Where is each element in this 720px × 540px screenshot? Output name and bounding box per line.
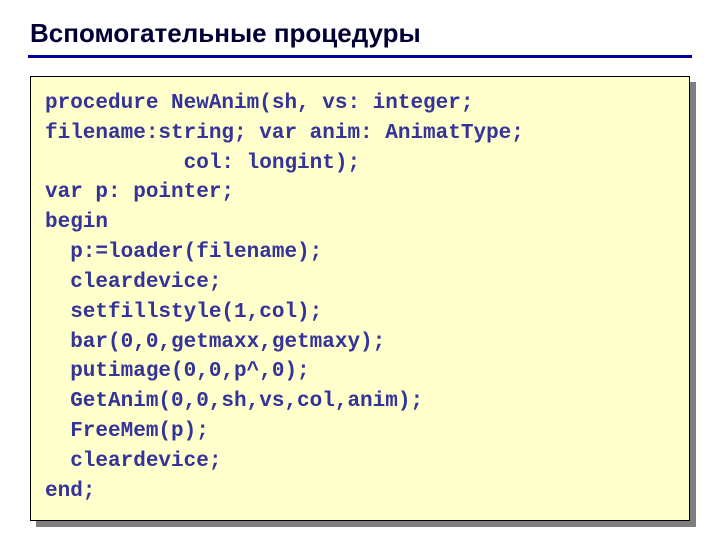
slide-title: Вспомогательные процедуры <box>30 18 692 49</box>
slide: Вспомогательные процедуры procedure NewA… <box>0 0 720 540</box>
title-rule <box>28 55 692 58</box>
code-block-container: procedure NewAnim(sh, vs: integer; filen… <box>30 76 690 521</box>
code-block: procedure NewAnim(sh, vs: integer; filen… <box>30 76 690 521</box>
